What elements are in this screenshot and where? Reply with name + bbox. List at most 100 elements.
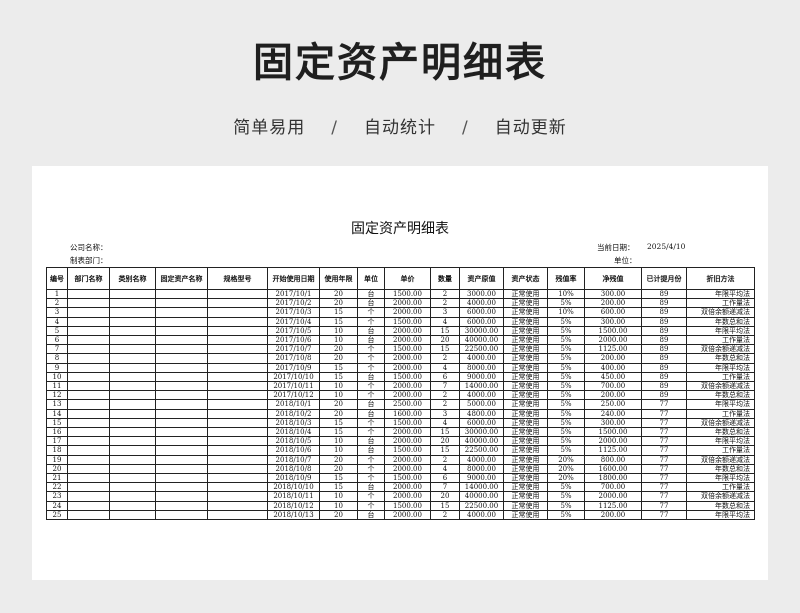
table-cell[interactable] (155, 362, 208, 373)
table-cell[interactable]: 10 (46, 371, 68, 383)
table-cell[interactable]: 2018/10/8 (267, 463, 320, 475)
table-cell[interactable]: 20 (319, 408, 358, 419)
table-cell[interactable] (67, 316, 110, 327)
table-cell[interactable]: 89 (641, 353, 687, 364)
table-cell[interactable]: 年限平均法 (686, 436, 755, 447)
table-cell[interactable] (207, 491, 268, 502)
table-cell[interactable]: 2000.00 (584, 335, 642, 346)
table-cell[interactable] (67, 482, 110, 493)
table-cell[interactable]: 4 (430, 417, 460, 429)
table-cell[interactable] (155, 399, 208, 410)
table-cell[interactable] (207, 381, 268, 392)
table-cell[interactable]: 2 (430, 390, 460, 401)
table-cell[interactable]: 4000.00 (459, 390, 504, 401)
table-cell[interactable]: 7 (430, 482, 460, 493)
table-cell[interactable]: 6 (46, 335, 68, 346)
table-cell[interactable] (207, 445, 268, 456)
table-cell[interactable]: 300.00 (584, 316, 642, 327)
table-cell[interactable]: 6 (430, 371, 460, 383)
table-cell[interactable] (207, 436, 268, 447)
table-cell[interactable]: 30000.00 (459, 325, 504, 337)
table-cell[interactable]: 个 (357, 500, 385, 511)
table-cell[interactable]: 台 (357, 399, 385, 410)
table-cell[interactable]: 21 (46, 473, 68, 484)
table-cell[interactable]: 1500.00 (584, 427, 642, 438)
table-cell[interactable]: 15 (430, 325, 460, 337)
table-cell[interactable]: 2017/10/5 (267, 325, 320, 337)
table-cell[interactable]: 8000.00 (459, 362, 504, 373)
table-cell[interactable]: 1500.00 (584, 325, 642, 337)
table-cell[interactable]: 15 (430, 445, 460, 456)
table-cell[interactable]: 200.00 (584, 353, 642, 364)
table-cell[interactable] (155, 335, 208, 346)
table-cell[interactable]: 15 (319, 362, 358, 373)
table-cell[interactable]: 18 (46, 445, 68, 456)
table-cell[interactable]: 1800.00 (584, 473, 642, 484)
table-cell[interactable] (109, 454, 156, 465)
table-cell[interactable]: 1500.00 (384, 288, 431, 300)
table-cell[interactable]: 1600.00 (384, 408, 431, 419)
table-cell[interactable]: 个 (357, 362, 385, 373)
table-cell[interactable]: 5% (547, 353, 585, 364)
table-cell[interactable]: 15 (430, 500, 460, 511)
table-cell[interactable] (109, 288, 156, 300)
table-cell[interactable]: 年数总和法 (686, 427, 755, 438)
table-cell[interactable] (109, 362, 156, 373)
table-cell[interactable]: 年限平均法 (686, 399, 755, 410)
table-cell[interactable]: 2018/10/2 (267, 408, 320, 419)
table-cell[interactable]: 22 (46, 482, 68, 493)
table-cell[interactable]: 200.00 (584, 390, 642, 401)
table-cell[interactable]: 14 (46, 408, 68, 419)
table-cell[interactable]: 正常使用 (503, 427, 548, 438)
table-cell[interactable]: 1500.00 (384, 316, 431, 327)
table-cell[interactable] (67, 417, 110, 429)
table-cell[interactable]: 200.00 (584, 298, 642, 309)
table-cell[interactable]: 2500.00 (384, 399, 431, 410)
table-cell[interactable]: 6000.00 (459, 307, 504, 318)
table-cell[interactable]: 5000.00 (459, 399, 504, 410)
table-cell[interactable] (109, 509, 156, 521)
table-cell[interactable]: 89 (641, 371, 687, 383)
table-cell[interactable] (155, 500, 208, 511)
table-cell[interactable]: 77 (641, 454, 687, 465)
table-cell[interactable] (207, 482, 268, 493)
table-cell[interactable] (207, 307, 268, 318)
table-cell[interactable] (207, 390, 268, 401)
table-cell[interactable]: 2000.00 (384, 491, 431, 502)
table-cell[interactable]: 2000.00 (584, 491, 642, 502)
table-cell[interactable]: 15 (430, 344, 460, 355)
table-cell[interactable]: 个 (357, 417, 385, 429)
table-cell[interactable]: 2000.00 (384, 390, 431, 401)
table-cell[interactable] (109, 353, 156, 364)
table-cell[interactable]: 300.00 (584, 288, 642, 300)
table-cell[interactable]: 30000.00 (459, 427, 504, 438)
table-cell[interactable]: 1125.00 (584, 344, 642, 355)
table-cell[interactable]: 1125.00 (584, 445, 642, 456)
table-cell[interactable]: 2000.00 (384, 307, 431, 318)
table-cell[interactable] (207, 454, 268, 465)
table-cell[interactable]: 77 (641, 491, 687, 502)
table-cell[interactable]: 20% (547, 463, 585, 475)
table-cell[interactable] (109, 335, 156, 346)
table-cell[interactable] (67, 399, 110, 410)
table-cell[interactable]: 1500.00 (384, 417, 431, 429)
table-cell[interactable]: 正常使用 (503, 390, 548, 401)
table-cell[interactable]: 16 (46, 427, 68, 438)
table-cell[interactable] (207, 362, 268, 373)
table-cell[interactable]: 正常使用 (503, 288, 548, 300)
table-cell[interactable] (67, 371, 110, 383)
table-cell[interactable]: 8 (46, 353, 68, 364)
table-cell[interactable] (109, 399, 156, 410)
table-cell[interactable]: 5% (547, 427, 585, 438)
table-cell[interactable]: 10 (319, 500, 358, 511)
table-cell[interactable]: 2018/10/9 (267, 473, 320, 484)
table-cell[interactable] (109, 325, 156, 337)
table-cell[interactable] (155, 325, 208, 337)
table-cell[interactable]: 年数总和法 (686, 316, 755, 327)
table-cell[interactable]: 2018/10/6 (267, 445, 320, 456)
table-cell[interactable]: 5% (547, 417, 585, 429)
table-cell[interactable] (155, 371, 208, 383)
table-cell[interactable]: 正常使用 (503, 509, 548, 521)
table-cell[interactable] (155, 445, 208, 456)
table-cell[interactable] (109, 445, 156, 456)
